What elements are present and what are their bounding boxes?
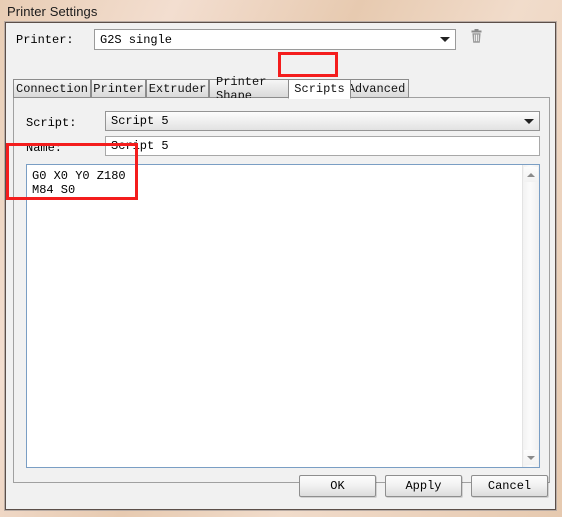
tab-connection-label: Connection xyxy=(16,81,89,96)
script-name-input[interactable] xyxy=(105,136,540,156)
printer-dropdown[interactable]: G2S single xyxy=(94,29,456,50)
chevron-down-icon xyxy=(435,30,455,49)
ok-button-label: OK xyxy=(330,479,345,493)
tab-scripts[interactable]: Scripts xyxy=(288,79,351,99)
tab-printer[interactable]: Printer xyxy=(91,79,146,98)
printer-settings-window: Printer Settings Printer: G2S single Con… xyxy=(0,0,562,517)
printer-selector-row: Printer: G2S single xyxy=(6,27,555,55)
dialog-frame: Printer: G2S single Connection Printer E… xyxy=(5,22,556,510)
tab-extruder[interactable]: Extruder xyxy=(146,79,209,98)
tab-strip: Connection Printer Extruder Printer Shap… xyxy=(13,75,550,103)
apply-button[interactable]: Apply xyxy=(385,475,462,497)
script-label: Script: xyxy=(26,116,77,130)
dialog-body: Printer: G2S single Connection Printer E… xyxy=(6,23,555,509)
script-dropdown[interactable]: Script 5 xyxy=(105,111,540,131)
script-code-textarea[interactable] xyxy=(27,165,522,467)
apply-button-label: Apply xyxy=(405,479,442,493)
tab-printer-label: Printer xyxy=(93,81,144,96)
title-bar: Printer Settings xyxy=(0,0,562,22)
trash-icon xyxy=(470,29,483,49)
caret-up-icon[interactable] xyxy=(524,167,538,182)
caret-down-icon[interactable] xyxy=(524,450,538,465)
script-editor[interactable] xyxy=(26,164,540,468)
printer-dropdown-value: G2S single xyxy=(100,32,173,47)
printer-label: Printer: xyxy=(16,33,74,47)
scripts-tab-panel: Script: Script 5 Name: xyxy=(13,98,550,483)
delete-printer-button[interactable] xyxy=(466,29,486,49)
script-editor-scrollbar[interactable] xyxy=(522,165,539,467)
dialog-button-bar: OK Apply Cancel xyxy=(6,475,555,501)
cancel-button[interactable]: Cancel xyxy=(471,475,548,497)
cancel-button-label: Cancel xyxy=(487,479,532,493)
window-title: Printer Settings xyxy=(7,3,98,19)
tab-advanced-label: Advanced xyxy=(347,81,406,96)
name-label: Name: xyxy=(26,141,63,155)
tab-connection[interactable]: Connection xyxy=(13,79,91,98)
tab-advanced[interactable]: Advanced xyxy=(344,79,409,98)
tab-extruder-label: Extruder xyxy=(148,81,207,96)
tab-scripts-label: Scripts xyxy=(294,82,345,96)
ok-button[interactable]: OK xyxy=(299,475,376,497)
chevron-down-icon xyxy=(519,112,539,130)
script-dropdown-value: Script 5 xyxy=(111,114,169,128)
